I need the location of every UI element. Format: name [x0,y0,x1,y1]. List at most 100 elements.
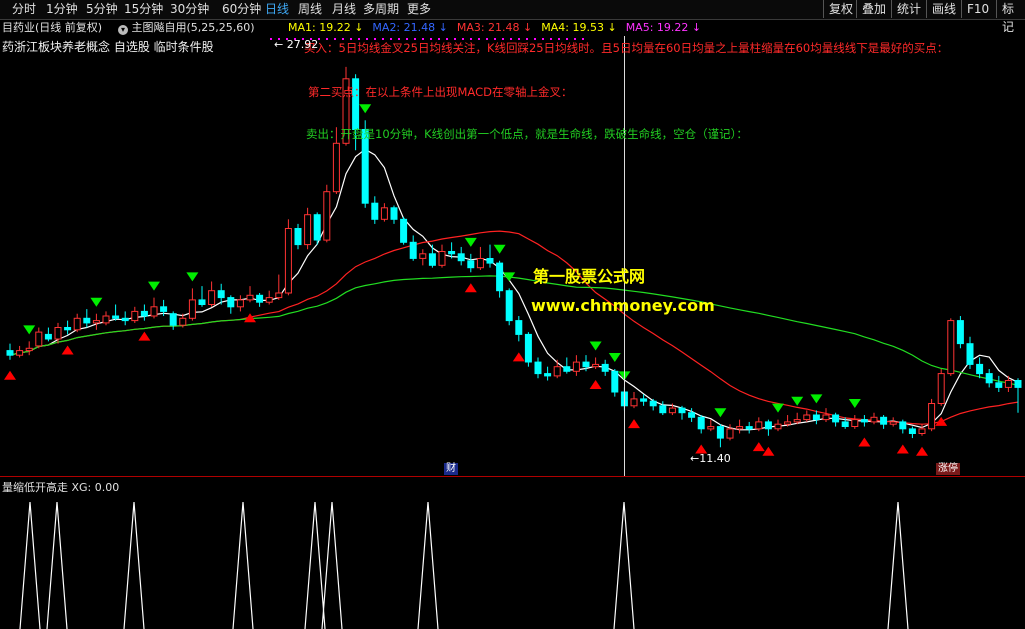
candle[interactable] [1004,380,1012,388]
tab-3[interactable]: 15分钟 [124,1,163,18]
candle[interactable] [64,327,72,331]
candle[interactable] [515,320,523,335]
candle[interactable] [947,320,955,375]
candle[interactable] [860,419,868,423]
tab-9[interactable]: 多周期 [363,1,399,18]
candle[interactable] [659,405,667,414]
indicator-chart[interactable] [0,494,1025,629]
candle[interactable] [179,317,187,326]
candle[interactable] [44,333,52,340]
candle[interactable] [572,361,580,372]
candle[interactable] [995,382,1003,388]
candle[interactable] [121,317,129,322]
candle[interactable] [112,315,120,319]
tab-0[interactable]: 分时 [12,1,36,18]
candle[interactable] [985,373,993,384]
candle[interactable] [755,421,763,430]
candle[interactable] [832,414,840,423]
candle[interactable] [563,366,571,372]
candle[interactable] [256,294,264,303]
candle[interactable] [496,262,504,292]
candle[interactable] [601,363,609,372]
candle[interactable] [736,426,744,430]
candle[interactable] [419,253,427,259]
formula-selector[interactable]: ▾ 主图飚自用(5,25,25,60) [118,20,255,36]
candle[interactable] [726,428,734,439]
toolbar-button-1[interactable]: 叠加 [856,0,891,18]
candle[interactable] [275,292,283,299]
candle[interactable] [630,398,638,407]
candle[interactable] [707,426,715,430]
candle[interactable] [73,317,81,331]
candle[interactable] [880,416,888,425]
candle[interactable] [908,428,916,434]
candle[interactable] [16,350,24,356]
candle[interactable] [6,350,14,356]
candle[interactable] [140,310,148,317]
candle[interactable] [688,412,696,418]
candle[interactable] [160,306,168,312]
candle[interactable] [467,260,475,269]
candle[interactable] [966,343,974,365]
candle[interactable] [889,421,897,425]
candle[interactable] [102,315,110,324]
candle[interactable] [371,202,379,220]
tab-8[interactable]: 月线 [332,1,356,18]
candle[interactable] [812,414,820,421]
candle[interactable] [784,421,792,425]
candle[interactable] [716,426,724,439]
tab-2[interactable]: 5分钟 [86,1,118,18]
tab-1[interactable]: 1分钟 [46,1,78,18]
candle[interactable] [83,317,91,324]
candle[interactable] [822,414,830,421]
candle[interactable] [697,416,705,430]
toolbar-button-5[interactable]: 标记 [996,0,1025,34]
tab-10[interactable]: 更多 [407,1,431,18]
candle[interactable] [448,251,456,255]
candle[interactable] [150,306,158,317]
candlestick-chart[interactable] [0,36,1025,476]
toolbar-button-2[interactable]: 统计 [891,0,926,18]
candle[interactable] [976,363,984,375]
candle[interactable] [35,331,43,347]
candle[interactable] [265,297,273,303]
candle[interactable] [188,299,196,319]
candle[interactable] [284,228,292,294]
candle[interactable] [611,370,619,393]
candle[interactable] [899,421,907,430]
candle[interactable] [544,373,552,377]
candle[interactable] [553,366,561,377]
candle[interactable] [678,407,686,414]
candle[interactable] [793,419,801,423]
candle[interactable] [928,403,936,430]
tab-5[interactable]: 60分钟 [222,1,261,18]
candle[interactable] [390,207,398,220]
candle[interactable] [1014,380,1022,388]
tab-7[interactable]: 周线 [298,1,322,18]
candle[interactable] [505,290,513,322]
candle[interactable] [851,419,859,428]
candle[interactable] [92,320,100,324]
candle[interactable] [313,214,321,241]
candle[interactable] [870,416,878,423]
candle[interactable] [486,258,494,264]
candle[interactable] [54,327,62,340]
candle[interactable] [764,421,772,430]
candle[interactable] [131,310,139,322]
candle[interactable] [841,421,849,427]
candle[interactable] [534,361,542,375]
candle[interactable] [745,426,753,430]
candle[interactable] [198,299,206,305]
candle[interactable] [409,241,417,259]
formula-dropdown-icon[interactable]: ▾ [118,25,128,35]
candle[interactable] [236,299,244,308]
candle[interactable] [640,398,648,402]
toolbar-button-4[interactable]: F10 [961,0,994,18]
candle[interactable] [582,361,590,368]
candle[interactable] [169,313,177,326]
candle[interactable] [937,373,945,405]
candle[interactable] [918,428,926,434]
candle[interactable] [294,228,302,246]
candle[interactable] [592,363,600,368]
candle[interactable] [25,347,33,352]
